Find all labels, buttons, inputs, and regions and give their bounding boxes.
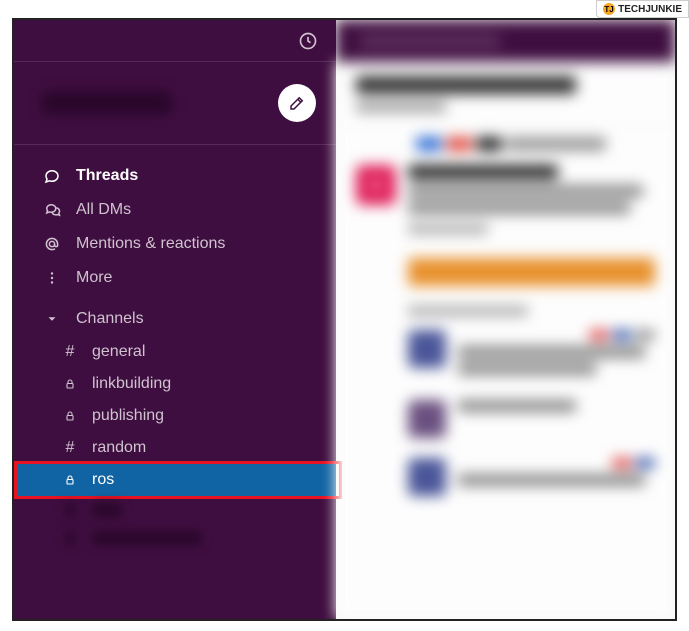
message-list — [336, 127, 675, 496]
nav-threads[interactable]: Threads — [14, 159, 336, 193]
compose-button[interactable] — [278, 84, 316, 122]
channels-header-label: Channels — [76, 310, 144, 328]
channel-label: ros — [92, 471, 114, 489]
app-frame: Threads All DMs — [12, 18, 677, 621]
nav-mentions-label: Mentions & reactions — [76, 235, 225, 253]
avatar — [408, 330, 446, 368]
workspace-header[interactable] — [14, 62, 336, 145]
workspace-name-blurred — [42, 91, 172, 115]
channel-ros[interactable]: ros — [14, 464, 336, 496]
channel-publishing[interactable]: publishing — [14, 400, 336, 432]
lock-icon — [62, 410, 78, 422]
sidebar-top-toolbar — [14, 20, 336, 62]
hash-icon — [62, 503, 78, 517]
nav-more-label: More — [76, 269, 112, 287]
blurred-text — [92, 503, 122, 517]
search-input-blurred[interactable] — [360, 33, 500, 49]
channels-section-header[interactable]: Channels — [14, 295, 336, 336]
avatar — [408, 458, 446, 496]
message — [356, 165, 655, 248]
lock-icon — [62, 378, 78, 390]
channel-linkbuilding[interactable]: linkbuilding — [14, 368, 336, 400]
avatar — [408, 400, 446, 438]
channel-blurred-2[interactable] — [14, 524, 336, 552]
channel-blurred-1[interactable] — [14, 496, 336, 524]
reply-message — [408, 330, 655, 380]
chevron-down-icon — [42, 309, 62, 329]
more-icon — [42, 268, 62, 288]
nav-mentions[interactable]: Mentions & reactions — [14, 227, 336, 261]
main-content-blurred — [336, 20, 675, 619]
channel-label: random — [92, 439, 146, 457]
sidebar: Threads All DMs — [14, 20, 336, 619]
channel-header — [336, 62, 675, 127]
main-topbar — [336, 20, 675, 62]
mentions-icon — [42, 234, 62, 254]
blurred-text — [92, 531, 202, 545]
nav-all-dms-label: All DMs — [76, 201, 131, 219]
nav-section: Threads All DMs — [14, 145, 336, 556]
notification-banner[interactable] — [408, 258, 655, 286]
reply-message — [408, 400, 655, 438]
plus-icon — [62, 531, 78, 545]
techjunkie-badge: TJ TECHJUNKIE — [596, 0, 689, 18]
dm-icon — [42, 200, 62, 220]
app-container: Threads All DMs — [14, 20, 675, 619]
threads-icon — [42, 166, 62, 186]
hash-icon: # — [62, 343, 78, 361]
channel-label: general — [92, 343, 145, 361]
channel-label: linkbuilding — [92, 375, 171, 393]
history-icon[interactable] — [298, 31, 318, 51]
nav-all-dms[interactable]: All DMs — [14, 193, 336, 227]
channel-title-blurred — [356, 76, 576, 94]
nav-threads-label: Threads — [76, 167, 138, 185]
channel-random[interactable]: # random — [14, 432, 336, 464]
lock-icon — [62, 474, 78, 486]
avatar — [356, 165, 396, 205]
badge-text: TECHJUNKIE — [618, 4, 682, 15]
nav-more[interactable]: More — [14, 261, 336, 295]
channel-general[interactable]: # general — [14, 336, 336, 368]
hash-icon: # — [62, 439, 78, 457]
compose-icon — [288, 94, 306, 112]
channel-label: publishing — [92, 407, 164, 425]
techjunkie-logo-icon: TJ — [603, 3, 615, 15]
channel-subtitle-blurred — [356, 102, 446, 112]
reply-message — [408, 458, 655, 496]
